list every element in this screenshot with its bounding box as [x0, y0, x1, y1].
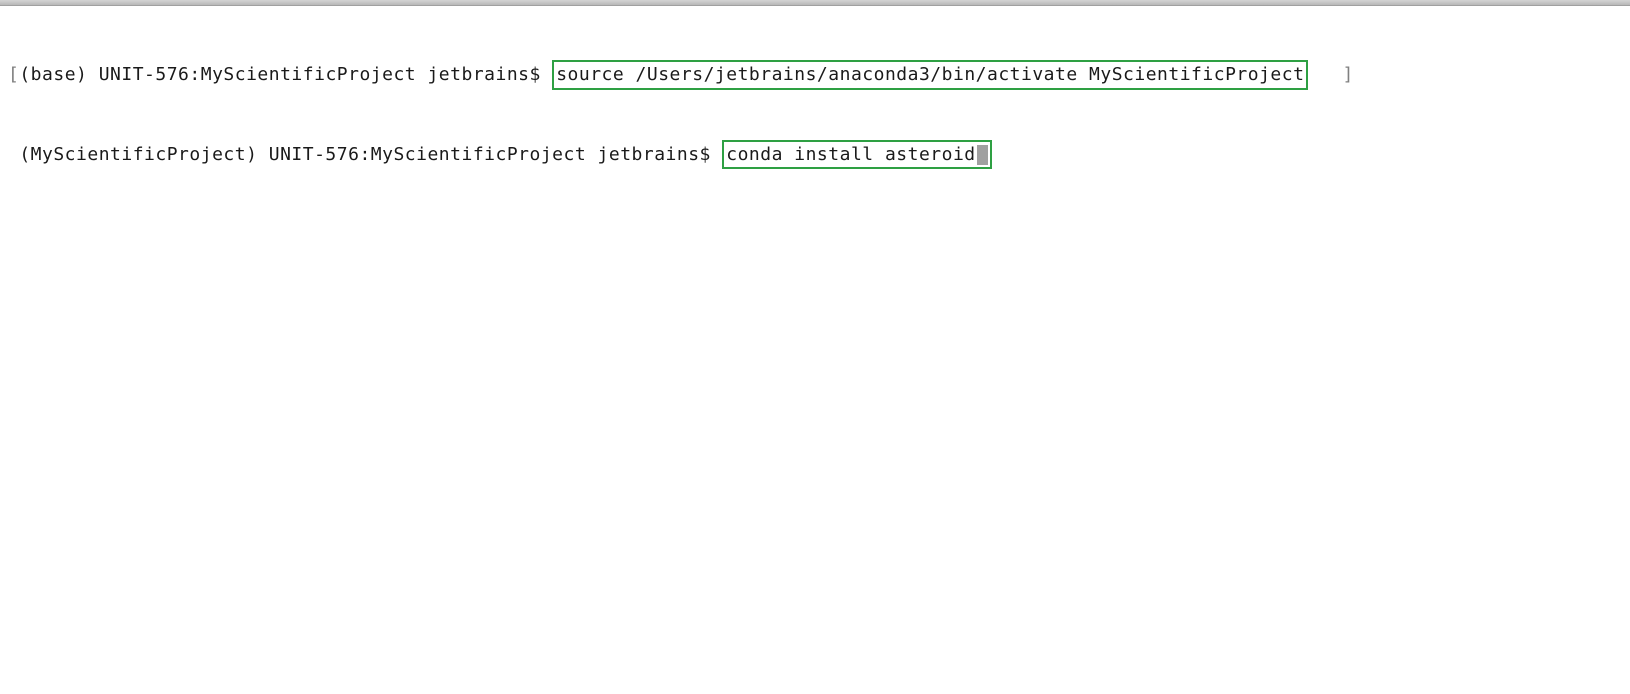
terminal-area[interactable]: [(base) UNIT-576:MyScientificProject jet…: [0, 6, 1630, 198]
prompt-text: (base) UNIT-576:MyScientificProject jetb…: [19, 62, 552, 87]
terminal-line: (MyScientificProject) UNIT-576:MyScienti…: [8, 140, 1622, 169]
highlighted-command: source /Users/jetbrains/anaconda3/bin/ac…: [552, 60, 1308, 89]
close-bracket: ]: [1342, 62, 1353, 87]
terminal-line: [(base) UNIT-576:MyScientificProject jet…: [8, 60, 1622, 89]
highlighted-command: conda install asteroid: [722, 140, 991, 169]
open-bracket: [: [8, 62, 19, 87]
prompt-text: (MyScientificProject) UNIT-576:MyScienti…: [8, 142, 722, 167]
text-cursor: [977, 145, 988, 165]
trailing-space: [1308, 62, 1342, 87]
command-text: conda install asteroid: [726, 144, 975, 165]
